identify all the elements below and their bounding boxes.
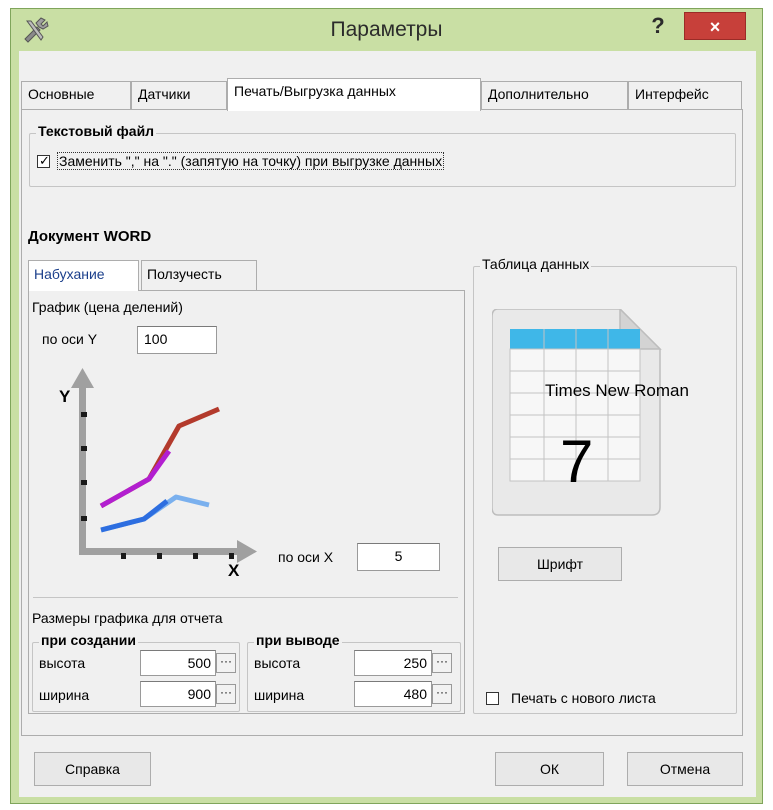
y-axis-label: по оси Y: [42, 331, 98, 347]
swelling-panel: График (цена делений) по оси Y 100 Y X п…: [28, 290, 465, 714]
ok-button[interactable]: ОК: [495, 752, 604, 786]
tab-sensors[interactable]: Датчики: [131, 81, 227, 109]
title-bar[interactable]: Параметры ? ×: [11, 9, 762, 51]
on-output-title: при выводе: [254, 632, 342, 648]
output-height-ellipsis-button[interactable]: ···: [432, 653, 452, 673]
new-sheet-label[interactable]: Печать с нового листа: [511, 690, 656, 706]
tab-interface[interactable]: Интерфейс: [628, 81, 742, 109]
sizes-title: Размеры графика для отчета: [32, 610, 223, 626]
replace-comma-label[interactable]: Заменить "," на "." (запятую на точку) п…: [57, 152, 445, 170]
checkmark-icon: ✓: [39, 153, 50, 168]
create-height-label: высота: [39, 655, 86, 671]
text-file-title: Текстовый файл: [36, 123, 157, 139]
create-width-label: ширина: [39, 687, 90, 703]
tab-advanced[interactable]: Дополнительно: [481, 81, 628, 109]
y-axis-input[interactable]: 100: [137, 326, 217, 354]
graph-illustration: [71, 368, 257, 563]
chart-y-letter: Y: [59, 387, 71, 406]
divider: [33, 597, 458, 598]
output-width-label: ширина: [254, 687, 305, 703]
font-name-preview: Times New Roman: [545, 381, 689, 400]
output-height-label: высота: [254, 655, 301, 671]
help-icon[interactable]: ?: [647, 13, 669, 41]
create-width-input[interactable]: 900: [140, 681, 216, 707]
create-width-ellipsis-button[interactable]: ···: [216, 684, 236, 704]
cancel-button[interactable]: Отмена: [627, 752, 743, 786]
help-button[interactable]: Справка: [34, 752, 151, 786]
font-size-preview: 7: [560, 428, 594, 495]
output-width-ellipsis-button[interactable]: ···: [432, 684, 452, 704]
graph-title: График (цена делений): [32, 299, 183, 315]
new-sheet-checkbox[interactable]: [486, 692, 499, 705]
output-width-input[interactable]: 480: [354, 681, 432, 707]
dialog-client: Основные Датчики Печать/Выгрузка данных …: [19, 51, 756, 797]
on-create-title: при создании: [39, 632, 138, 648]
create-height-input[interactable]: 500: [140, 650, 216, 676]
create-height-ellipsis-button[interactable]: ···: [216, 653, 236, 673]
chart-x-letter: X: [228, 561, 240, 580]
dialog-window: Параметры ? × Основные Датчики Печать/Вы…: [10, 8, 763, 804]
output-height-input[interactable]: 250: [354, 650, 432, 676]
on-create-group: при создании высота 500 ··· ширина 900 ·…: [32, 632, 240, 712]
font-button[interactable]: Шрифт: [498, 547, 622, 581]
on-output-group: при выводе высота 250 ··· ширина 480 ···: [247, 632, 461, 712]
word-doc-title: Документ WORD: [28, 228, 152, 245]
data-table-group: Таблица данных Times New Roman 7 Шрифт П…: [473, 256, 737, 714]
tab-print-export[interactable]: Печать/Выгрузка данных: [227, 78, 481, 111]
tab-main[interactable]: Основные: [21, 81, 131, 109]
x-axis-label: по оси X: [278, 549, 334, 565]
tab-swelling[interactable]: Набухание: [28, 260, 139, 291]
tab-panel-print-export: Текстовый файл ✓ Заменить "," на "." (за…: [21, 109, 743, 736]
close-button[interactable]: ×: [684, 12, 746, 40]
replace-comma-checkbox[interactable]: ✓: [37, 153, 50, 168]
data-table-title: Таблица данных: [480, 256, 592, 272]
x-axis-input[interactable]: 5: [357, 543, 440, 571]
tab-creep[interactable]: Ползучесть: [141, 260, 257, 290]
text-file-group: Текстовый файл ✓ Заменить "," на "." (за…: [29, 123, 736, 187]
